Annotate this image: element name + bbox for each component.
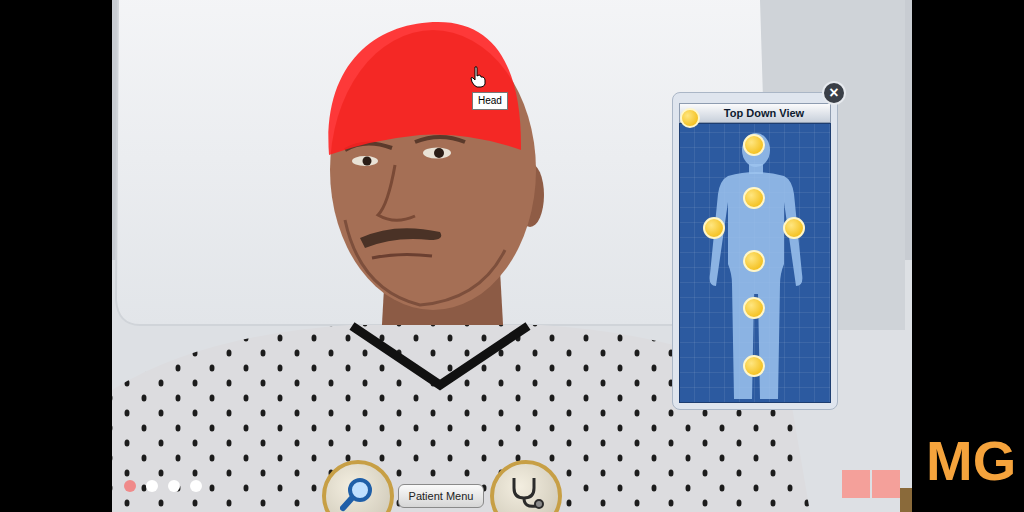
view-toggle-point[interactable] [680,108,700,128]
panel-title: Top Down View [679,103,831,123]
leg-point[interactable] [743,355,765,377]
left-arm-point[interactable] [783,217,805,239]
status-squares [842,470,900,498]
page-dot[interactable] [190,480,202,492]
right-arm-point[interactable] [703,217,725,239]
watermark: MG [926,426,1016,496]
top-down-view-panel: Top Down View [672,92,838,410]
stethoscope-icon [506,474,546,510]
hand-cursor-icon [470,66,486,88]
tool-icon [900,488,912,512]
status-square [842,470,870,498]
game-screen: Head Top Down View × [0,0,1024,512]
head-highlight[interactable] [328,22,521,155]
region-tooltip: Head [472,92,508,110]
page-indicator [124,480,202,492]
close-button[interactable]: × [822,81,846,105]
page-dot[interactable] [146,480,158,492]
status-square [872,470,900,498]
abdomen-point[interactable] [743,250,765,272]
chest-point[interactable] [743,187,765,209]
page-dot[interactable] [124,480,136,492]
thigh-point[interactable] [743,297,765,319]
magnifier-icon [340,476,376,512]
body-points [673,93,837,409]
page-dot[interactable] [168,480,180,492]
head-point[interactable] [743,134,765,156]
patient-menu-button[interactable]: Patient Menu [398,484,484,508]
